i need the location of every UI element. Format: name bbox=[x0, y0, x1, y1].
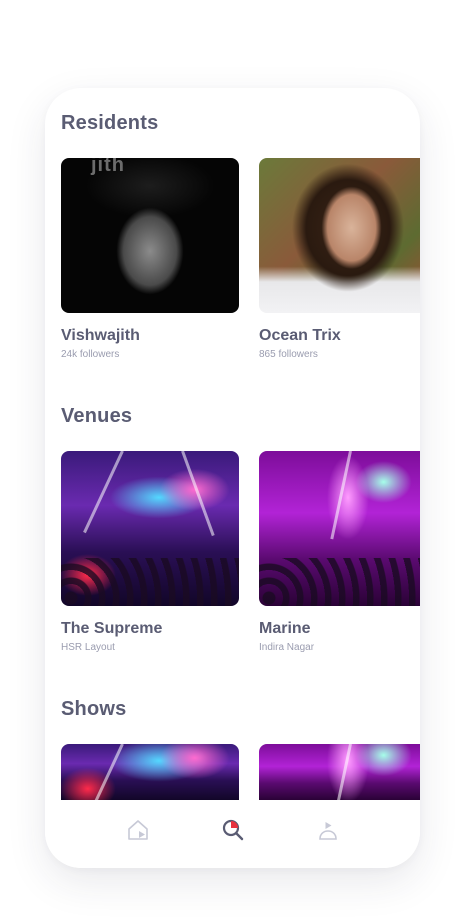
residents-title: Residents bbox=[61, 112, 159, 134]
light-beam bbox=[181, 451, 215, 537]
shows-title: Shows bbox=[61, 698, 127, 720]
resident-followers: 865 followers bbox=[259, 349, 318, 360]
show-photo bbox=[259, 744, 420, 800]
home-icon bbox=[127, 820, 148, 840]
tab-search[interactable] bbox=[219, 816, 247, 844]
resident-followers: 24k followers bbox=[61, 349, 120, 360]
venue-card-marine[interactable]: Marine Indira Nagar bbox=[259, 451, 420, 653]
shows-row[interactable] bbox=[61, 744, 420, 800]
resident-card-ocean-trix[interactable]: Ocean Trix 865 followers bbox=[259, 158, 420, 360]
resident-name: Ocean Trix bbox=[259, 327, 341, 344]
resident-card-vishwajith[interactable]: jith Vishwajith 24k followers bbox=[61, 158, 239, 360]
show-card[interactable] bbox=[259, 744, 420, 800]
tab-home[interactable] bbox=[124, 816, 152, 844]
venue-card-the-supreme[interactable]: The Supreme HSR Layout bbox=[61, 451, 239, 653]
venues-title: Venues bbox=[61, 405, 133, 427]
resident-photo: jith bbox=[61, 158, 239, 313]
residents-row[interactable]: jith Vishwajith 24k followers Ocean Trix… bbox=[61, 158, 420, 368]
profile-icon bbox=[318, 822, 337, 840]
crowd-silhouette bbox=[259, 558, 420, 606]
venue-photo bbox=[61, 451, 239, 606]
venue-name: The Supreme bbox=[61, 620, 163, 637]
resident-photo bbox=[259, 158, 420, 313]
light-beam bbox=[83, 451, 124, 534]
light-beam bbox=[330, 744, 352, 800]
show-photo bbox=[61, 744, 239, 800]
phone-screen: Residents jith Vishwajith 24k followers … bbox=[45, 88, 420, 868]
search-icon bbox=[222, 819, 243, 841]
venues-row[interactable]: The Supreme HSR Layout Marine Indira Nag… bbox=[61, 451, 420, 661]
venue-name: Marine bbox=[259, 620, 311, 637]
bottom-tab-bar bbox=[45, 800, 420, 868]
show-card[interactable] bbox=[61, 744, 239, 800]
resident-name: Vishwajith bbox=[61, 327, 140, 344]
light-beam bbox=[83, 744, 124, 800]
venue-location: HSR Layout bbox=[61, 642, 115, 653]
tab-profile[interactable] bbox=[314, 816, 342, 844]
photo-overlay-text: jith bbox=[91, 158, 125, 176]
light-beam bbox=[330, 451, 352, 540]
venue-location: Indira Nagar bbox=[259, 642, 315, 653]
crowd-silhouette bbox=[61, 558, 239, 606]
venue-photo bbox=[259, 451, 420, 606]
